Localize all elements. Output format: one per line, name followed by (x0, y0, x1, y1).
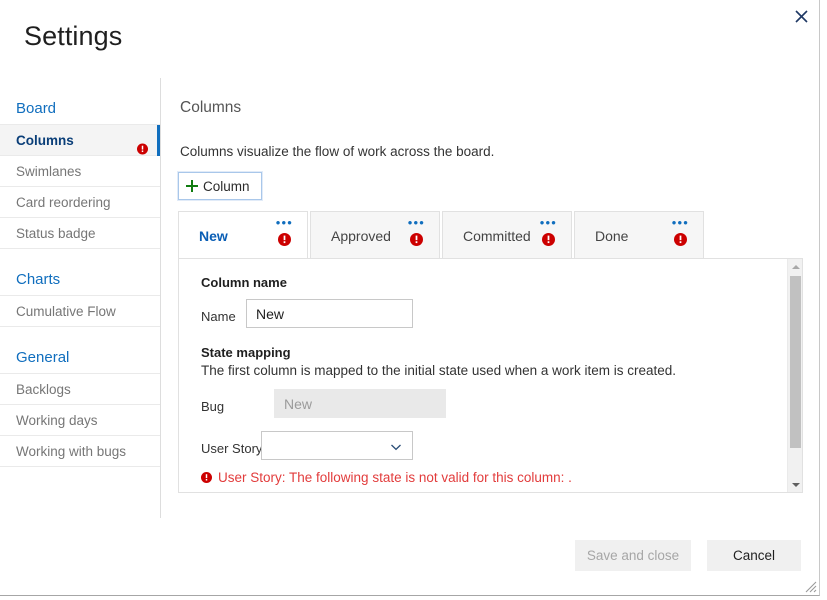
resize-grip-icon[interactable] (804, 580, 817, 593)
dialog-body: Board Columns Swimlanes Card reordering … (0, 78, 819, 518)
sidebar-item-label: Columns (16, 133, 74, 148)
error-icon (410, 233, 423, 246)
sidebar-item-columns[interactable]: Columns (0, 125, 160, 156)
tab-overflow-menu-icon[interactable]: ••• (276, 216, 293, 229)
bug-state-input (274, 389, 446, 418)
sidebar-item-label: Cumulative Flow (16, 304, 116, 319)
tab-committed[interactable]: Committed ••• (442, 211, 572, 259)
validation-message: User Story: The following state is not v… (218, 470, 572, 485)
sidebar-item-label: Working with bugs (16, 444, 127, 459)
error-icon (542, 233, 555, 246)
tab-label: New (199, 228, 228, 244)
sidebar-item-backlogs[interactable]: Backlogs (0, 374, 160, 405)
add-column-label: Column (203, 178, 250, 194)
tab-done[interactable]: Done ••• (574, 211, 704, 259)
settings-sidebar: Board Columns Swimlanes Card reordering … (0, 78, 161, 518)
column-name-heading: Column name (201, 275, 287, 290)
close-icon[interactable] (786, 2, 816, 30)
sidebar-item-card-reordering[interactable]: Card reordering (0, 187, 160, 218)
name-field-label: Name (201, 309, 236, 324)
add-column-button[interactable]: Column (178, 172, 262, 200)
settings-dialog: Settings Board Columns Swimlanes Card re… (0, 0, 820, 596)
scrollbar-thumb[interactable] (790, 276, 801, 448)
sidebar-item-label: Working days (16, 413, 98, 428)
settings-main-pane: Columns Columns visualize the flow of wo… (162, 78, 819, 518)
tab-label: Approved (331, 228, 391, 244)
section-description: Columns visualize the flow of work acros… (180, 144, 495, 159)
sidebar-item-label: Swimlanes (16, 164, 82, 179)
tab-approved[interactable]: Approved ••• (310, 211, 440, 259)
nav-group-charts: Charts (0, 265, 160, 296)
sidebar-item-label: Backlogs (16, 382, 71, 397)
state-mapping-description: The first column is mapped to the initia… (201, 363, 676, 378)
bug-field-label: Bug (201, 399, 225, 414)
column-settings-form: Column name Name State mapping The first… (179, 259, 787, 492)
sidebar-item-label: Card reordering (16, 195, 111, 210)
page-title: Settings (24, 21, 123, 51)
dialog-titlebar: Settings (0, 0, 819, 78)
column-settings-panel: Column name Name State mapping The first… (178, 258, 803, 493)
error-icon (201, 472, 212, 483)
dialog-footer: Save and close Cancel (0, 518, 819, 595)
nav-group-general: General (0, 343, 160, 374)
scroll-down-arrow-icon[interactable] (788, 477, 802, 492)
error-icon (674, 233, 687, 246)
user-story-field-label: User Story (201, 441, 263, 456)
error-icon (278, 233, 291, 246)
state-mapping-heading: State mapping (201, 345, 291, 360)
name-input[interactable] (246, 299, 413, 328)
tab-new[interactable]: New ••• (178, 211, 308, 259)
sidebar-item-working-days[interactable]: Working days (0, 405, 160, 436)
column-tabstrip: New ••• Approved ••• Committed ••• Done … (178, 211, 803, 259)
tab-overflow-menu-icon[interactable]: ••• (672, 216, 689, 229)
tab-label: Committed (463, 228, 531, 244)
sidebar-item-cumulative-flow[interactable]: Cumulative Flow (0, 296, 160, 327)
validation-message-row: User Story: The following state is not v… (201, 470, 572, 485)
plus-icon (186, 180, 198, 192)
tab-overflow-menu-icon[interactable]: ••• (540, 216, 557, 229)
sidebar-item-working-with-bugs[interactable]: Working with bugs (0, 436, 160, 467)
sidebar-item-swimlanes[interactable]: Swimlanes (0, 156, 160, 187)
nav-group-board: Board (0, 94, 160, 125)
tab-label: Done (595, 228, 629, 244)
sidebar-item-label: Status badge (16, 226, 96, 241)
tab-overflow-menu-icon[interactable]: ••• (408, 216, 425, 229)
cancel-button[interactable]: Cancel (707, 540, 801, 571)
section-title: Columns (180, 99, 242, 116)
sidebar-item-status-badge[interactable]: Status badge (0, 218, 160, 249)
user-story-state-dropdown[interactable] (261, 431, 413, 460)
scroll-up-arrow-icon[interactable] (788, 259, 802, 274)
save-and-close-button[interactable]: Save and close (575, 540, 691, 571)
error-icon (137, 135, 148, 155)
chevron-down-icon (390, 440, 402, 452)
panel-vertical-scrollbar[interactable] (787, 259, 802, 492)
